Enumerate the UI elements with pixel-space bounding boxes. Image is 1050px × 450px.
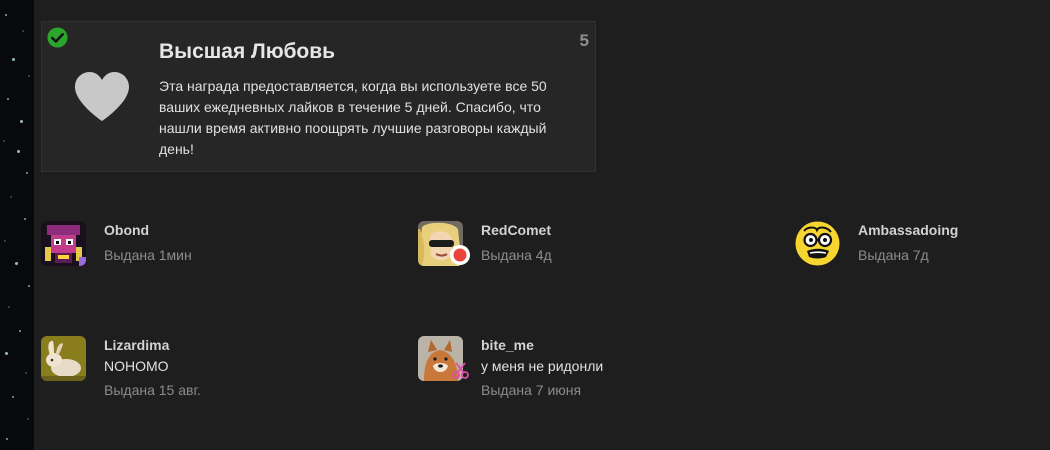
avatar-image <box>795 221 840 266</box>
avatar[interactable] <box>41 221 86 266</box>
grant-date: Выдана 7 июня <box>481 382 582 398</box>
grant-item: RedComet Выдана 4д <box>418 221 748 281</box>
grant-username[interactable]: Obond <box>104 222 149 238</box>
grant-post-title[interactable]: у меня не ридонли <box>481 358 603 374</box>
grant-username[interactable]: RedComet <box>481 222 551 238</box>
avatar-image <box>41 221 86 266</box>
grant-username[interactable]: bite_me <box>481 337 534 353</box>
grant-date: Выдана 1мин <box>104 247 192 263</box>
grant-post-title[interactable]: NOHOMO <box>104 358 169 374</box>
grant-date: Выдана 7д <box>858 247 929 263</box>
grant-item: Obond Выдана 1мин <box>41 221 371 281</box>
scissors-flair-icon <box>452 362 469 379</box>
badge-grant-count: 5 <box>579 31 589 50</box>
page: Высшая Любовь Эта награда предоставляетс… <box>0 0 1050 450</box>
avatar-image <box>41 336 86 381</box>
starfield-background <box>0 0 34 450</box>
badge-title: Высшая Любовь <box>159 40 336 63</box>
grant-item: Lizardima NOHOMO Выдана 15 авг. <box>41 336 371 398</box>
status-record-icon <box>450 245 470 265</box>
avatar[interactable] <box>795 221 840 266</box>
grant-date: Выдана 15 авг. <box>104 382 201 398</box>
check-circle-icon <box>47 27 68 48</box>
grant-item: bite_me у меня не ридонли Выдана 7 июня <box>418 336 748 398</box>
badge-description: Эта награда предоставляется, когда вы ис… <box>159 78 547 157</box>
heart-icon <box>75 72 129 121</box>
avatar[interactable] <box>41 336 86 381</box>
badge-card: Высшая Любовь Эта награда предоставляетс… <box>41 21 596 172</box>
grant-username[interactable]: Ambassadoing <box>858 222 958 238</box>
grant-item: Ambassadoing Выдана 7д <box>795 221 1050 281</box>
grant-username[interactable]: Lizardima <box>104 337 169 353</box>
top-link-fragment <box>82 0 132 2</box>
grant-date: Выдана 4д <box>481 247 552 263</box>
